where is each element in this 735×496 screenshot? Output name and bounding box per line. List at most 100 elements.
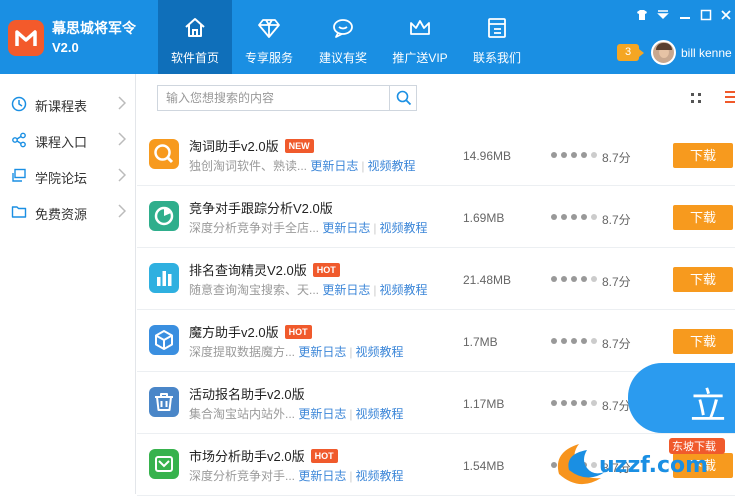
search-box xyxy=(157,85,417,111)
chevron-right-icon xyxy=(118,168,126,182)
app-name: 竞争对手跟踪分析V2.0版 xyxy=(189,201,333,216)
rating-stars-icon xyxy=(551,338,597,344)
hot-tag: HOT xyxy=(284,325,312,339)
app-logo xyxy=(8,20,44,56)
username[interactable]: bill kenne xyxy=(681,46,732,60)
basket-icon xyxy=(149,387,179,417)
sidebar-item-label: 新课程表 xyxy=(35,99,88,114)
app-rating: 8.7分 xyxy=(602,399,631,413)
app-size: 1.54MB xyxy=(463,459,505,473)
app-name: 活动报名助手v2.0版 xyxy=(189,387,305,402)
download-button[interactable]: 下载 xyxy=(673,205,733,230)
list-item: 淘词助手v2.0版 NEW 独创淘词软件、熟读... 更新日志 | 视频教程 14.9… xyxy=(137,124,735,186)
sidebar-item-forum[interactable]: 学院论坛 xyxy=(0,158,136,194)
home-icon xyxy=(185,18,205,37)
download-button[interactable]: 下载 xyxy=(673,267,733,292)
minimize-icon[interactable] xyxy=(679,9,691,21)
search-input[interactable] xyxy=(158,86,388,110)
rating-stars-icon xyxy=(551,276,597,282)
app-desc: 随意查询淘宝搜索、天... 更新日志 | 视频教程 xyxy=(189,283,428,297)
grid-view-icon[interactable] xyxy=(690,92,702,104)
list-item: 竞争对手跟踪分析V2.0版 深度分析竞争对手全店... 更新日志 | 视频教程 1.… xyxy=(137,186,735,248)
app-size: 1.7MB xyxy=(463,335,498,349)
chevron-right-icon xyxy=(118,204,126,218)
maximize-icon[interactable] xyxy=(700,9,712,21)
changelog-link[interactable]: 更新日志 xyxy=(298,345,346,359)
app-name: 排名查询精灵V2.0版 HOT xyxy=(189,260,340,279)
sidebar-item-label: 学院论坛 xyxy=(35,171,88,186)
tutorial-link[interactable]: 视频教程 xyxy=(356,469,404,483)
main-nav: 软件首页 专享服务 建议有奖 推广送VIP 联系我们 xyxy=(158,0,534,74)
nav-contact-label: 联系我们 xyxy=(472,51,521,65)
nav-suggestion[interactable]: 建议有奖 xyxy=(306,0,380,74)
contact-book-icon xyxy=(488,18,506,38)
nav-exclusive-service[interactable]: 专享服务 xyxy=(232,0,306,74)
tutorial-link[interactable]: 视频教程 xyxy=(368,159,416,173)
app-rating: 8.7分 xyxy=(602,337,631,351)
market-analysis-icon xyxy=(149,449,179,479)
crown-icon xyxy=(410,20,430,35)
app-size: 14.96MB xyxy=(463,149,512,163)
close-icon[interactable] xyxy=(720,9,732,21)
app-title: 幕思城将军令 xyxy=(52,20,136,36)
app-size: 21.48MB xyxy=(463,273,512,287)
nav-exclusive-service-label: 专享服务 xyxy=(244,51,293,65)
chevron-right-icon xyxy=(118,132,126,146)
sidebar-item-free-resources[interactable]: 免费资源 xyxy=(0,194,136,230)
share-icon xyxy=(12,132,26,148)
changelog-link[interactable]: 更新日志 xyxy=(310,159,358,173)
watermark-badge: 东坡下载 xyxy=(672,440,716,453)
sidebar-item-course-entry[interactable]: 课程入口 xyxy=(0,122,136,158)
nav-home[interactable]: 软件首页 xyxy=(158,0,232,74)
title-bar: 幕思城将军令 V2.0 软件首页 专享服务 建议有奖 推广送VIP 联系我们 3… xyxy=(0,0,735,74)
tutorial-link[interactable]: 视频教程 xyxy=(356,407,404,421)
hot-tag: HOT xyxy=(312,263,340,277)
competitor-tracking-icon xyxy=(149,201,179,231)
tutorial-link[interactable]: 视频教程 xyxy=(380,221,428,235)
watermark-text: uzzf.com xyxy=(599,453,708,478)
forum-icon xyxy=(12,168,26,182)
app-rating: 8.7分 xyxy=(602,151,631,165)
promo-bubble[interactable]: 立 xyxy=(628,363,735,433)
nav-promote-vip[interactable]: 推广送VIP xyxy=(380,0,460,74)
clock-icon xyxy=(11,96,27,112)
app-desc: 深度分析竞争对手全店... 更新日志 | 视频教程 xyxy=(189,221,428,235)
app-rating: 8.7分 xyxy=(602,275,631,289)
app-desc: 深度提取数据魔方... 更新日志 | 视频教程 xyxy=(189,345,404,359)
changelog-link[interactable]: 更新日志 xyxy=(298,469,346,483)
app-size: 1.17MB xyxy=(463,397,505,411)
sidebar-item-label: 课程入口 xyxy=(35,135,88,150)
notification-badge[interactable]: 3 xyxy=(617,44,644,61)
hot-tag: HOT xyxy=(310,449,338,463)
rating-stars-icon xyxy=(551,214,597,220)
app-size: 1.69MB xyxy=(463,211,505,225)
changelog-link[interactable]: 更新日志 xyxy=(298,407,346,421)
cube-icon xyxy=(149,325,179,355)
avatar[interactable] xyxy=(651,40,676,65)
watermark-logo: uzzf.com 东坡下载 xyxy=(557,438,725,485)
download-button[interactable]: 下载 xyxy=(673,143,733,168)
app-name: 魔方助手v2.0版 HOT xyxy=(189,322,312,341)
list-view-icon[interactable] xyxy=(725,90,735,104)
app-desc: 独创淘词软件、熟读... 更新日志 | 视频教程 xyxy=(189,159,416,173)
changelog-link[interactable]: 更新日志 xyxy=(322,221,370,235)
keyword-search-icon xyxy=(149,139,179,169)
sidebar-item-new-schedule[interactable]: 新课程表 xyxy=(0,86,136,122)
tutorial-link[interactable]: 视频教程 xyxy=(356,345,404,359)
nav-home-label: 软件首页 xyxy=(170,51,219,65)
app-rating: 8.7分 xyxy=(602,213,631,227)
sidebar: 新课程表 课程入口 学院论坛 免费资源 xyxy=(0,74,136,494)
changelog-link[interactable]: 更新日志 xyxy=(322,283,370,297)
search-button[interactable] xyxy=(389,86,416,110)
rating-stars-icon xyxy=(551,152,597,158)
menu-dropdown-icon[interactable] xyxy=(657,9,669,21)
nav-contact[interactable]: 联系我们 xyxy=(460,0,534,74)
skin-shirt-icon[interactable] xyxy=(636,9,648,21)
tutorial-link[interactable]: 视频教程 xyxy=(380,283,428,297)
list-item: 排名查询精灵V2.0版 HOT 随意查询淘宝搜索、天... 更新日志 | 视频教程 2… xyxy=(137,248,735,310)
download-button[interactable]: 下载 xyxy=(673,329,733,354)
nav-suggestion-label: 建议有奖 xyxy=(318,51,367,65)
app-name: 市场分析助手v2.0版 HOT xyxy=(189,446,338,465)
diamond-icon xyxy=(258,19,280,38)
sidebar-item-label: 免费资源 xyxy=(35,207,88,222)
